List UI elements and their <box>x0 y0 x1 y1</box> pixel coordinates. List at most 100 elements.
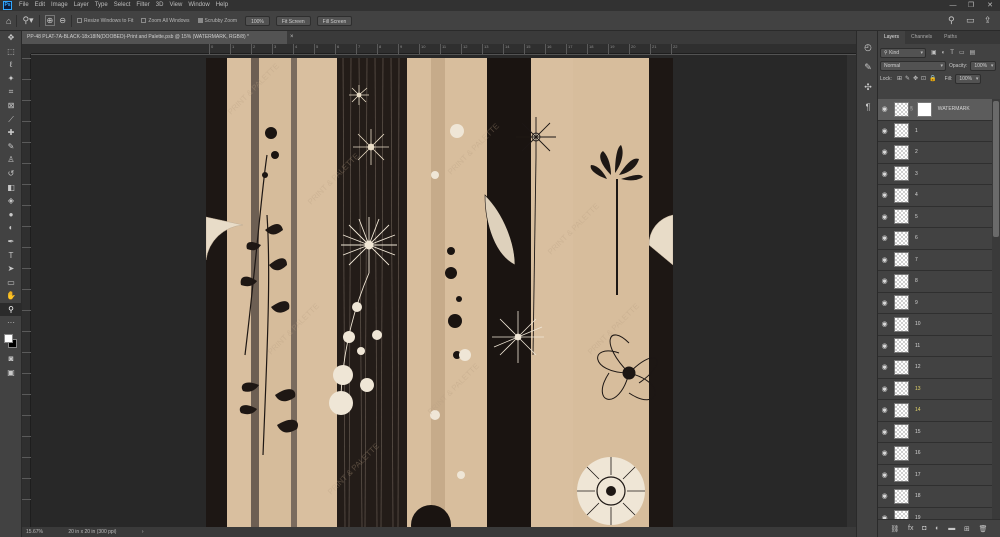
eye-icon[interactable]: ◉ <box>878 213 891 221</box>
layer-row[interactable]: ◉ 18 <box>878 486 992 508</box>
marquee-tool-icon[interactable]: ⬚ <box>0 45 22 59</box>
restore-button[interactable]: ❐ <box>962 0 980 11</box>
layer-thumbnail[interactable] <box>894 144 909 160</box>
checkbox-box[interactable] <box>141 18 147 23</box>
layer-row[interactable]: ◉ 14 <box>878 400 992 422</box>
layer-thumbnail[interactable] <box>894 467 909 483</box>
more-tools-icon[interactable]: ··· <box>0 316 22 330</box>
layer-thumbnail[interactable] <box>894 166 909 182</box>
lock-transparency-icon[interactable]: ⊞ <box>897 75 902 82</box>
type-tool-icon[interactable]: T <box>0 249 22 263</box>
tab-channels[interactable]: Channels <box>905 31 938 44</box>
vertical-scrollbar[interactable] <box>847 55 856 527</box>
adjustments-panel-icon[interactable]: ✣ <box>857 77 879 97</box>
menu-file[interactable]: File <box>16 0 32 11</box>
layer-thumbnail[interactable] <box>894 424 909 440</box>
layer-name[interactable]: 9 <box>915 300 918 306</box>
layer-name[interactable]: 11 <box>915 343 920 349</box>
layer-name[interactable]: 8 <box>915 278 918 284</box>
menu-edit[interactable]: Edit <box>32 0 48 11</box>
filter-shape-icon[interactable]: ▭ <box>959 49 965 56</box>
color-swatches[interactable] <box>0 330 22 352</box>
layer-name[interactable]: 14 <box>915 407 921 413</box>
layer-name[interactable]: 4 <box>915 192 918 198</box>
layer-thumbnail[interactable] <box>894 359 909 375</box>
layer-row[interactable]: ◉ 10 <box>878 314 992 336</box>
filter-kind-select[interactable]: ⚲ Kind <box>880 47 926 58</box>
layer-row[interactable]: ◉ 16 <box>878 443 992 465</box>
lock-artboard-icon[interactable]: ⊡ <box>921 75 926 82</box>
link-layers-icon[interactable]: ⛓ <box>890 525 899 533</box>
history-panel-icon[interactable]: ◴ <box>857 37 879 57</box>
zoom-100-button[interactable]: 100% <box>245 15 270 26</box>
move-tool-icon[interactable]: ✥ <box>0 31 22 45</box>
layer-name[interactable]: 15 <box>915 429 921 435</box>
canvas-workspace[interactable]: PRINT & PALETTE PRINT & PALETTE PRINT & … <box>31 55 847 527</box>
quick-mask-icon[interactable]: ◙ <box>0 352 22 366</box>
pen-tool-icon[interactable]: ✒ <box>0 235 22 249</box>
vertical-ruler[interactable] <box>22 54 31 527</box>
workspace-icon[interactable]: ▭ <box>966 15 975 26</box>
eye-icon[interactable]: ◉ <box>878 406 891 414</box>
eye-icon[interactable]: ◉ <box>878 277 891 285</box>
eye-icon[interactable]: ◉ <box>878 471 891 479</box>
layer-row[interactable]: ◉ 1 <box>878 121 992 142</box>
menu-3d[interactable]: 3D <box>153 0 167 11</box>
eye-icon[interactable]: ◉ <box>878 234 891 242</box>
close-window-button[interactable]: ✕ <box>981 0 999 11</box>
chain-link-icon[interactable]: § <box>910 106 913 112</box>
menu-image[interactable]: Image <box>48 0 71 11</box>
filter-pixel-icon[interactable]: ▣ <box>931 49 937 56</box>
layer-name[interactable]: 6 <box>915 235 918 241</box>
eraser-tool-icon[interactable]: ◧ <box>0 181 22 195</box>
tab-layers[interactable]: Layers <box>878 31 906 44</box>
filter-smart-icon[interactable]: ▤ <box>970 49 976 56</box>
layer-name[interactable]: 12 <box>915 364 921 370</box>
filter-type-icon[interactable]: T <box>950 50 954 56</box>
zoom-level[interactable]: 15.67% <box>26 529 43 535</box>
layers-scrollbar[interactable] <box>992 99 1000 537</box>
menu-type[interactable]: Type <box>92 0 111 11</box>
layer-name[interactable]: 1 <box>915 128 918 134</box>
close-tab-icon[interactable]: × <box>290 31 294 44</box>
layer-row[interactable]: ◉ 6 <box>878 228 992 250</box>
layer-row[interactable]: ◉ 4 <box>878 185 992 207</box>
brushes-panel-icon[interactable]: ✎ <box>857 57 879 77</box>
eye-icon[interactable]: ◉ <box>878 363 891 371</box>
eye-icon[interactable]: ◉ <box>878 105 891 113</box>
layer-name[interactable]: 2 <box>915 149 918 155</box>
layer-style-icon[interactable]: fx <box>908 525 913 532</box>
layer-name[interactable]: 3 <box>915 171 918 177</box>
new-group-icon[interactable]: ▬ <box>948 525 955 532</box>
scrubby-zoom-checkbox[interactable]: Scrubby Zoom <box>197 18 237 24</box>
layer-row[interactable]: ◉ 7 <box>878 250 992 271</box>
eye-icon[interactable]: ◉ <box>878 191 891 199</box>
eye-icon[interactable]: ◉ <box>878 170 891 178</box>
layer-thumbnail[interactable] <box>894 295 909 311</box>
layer-thumbnail[interactable] <box>894 101 909 117</box>
fill-screen-button[interactable]: Fill Screen <box>316 15 353 26</box>
paragraph-panel-icon[interactable]: ¶ <box>857 97 879 117</box>
layer-mask-thumbnail[interactable] <box>916 101 932 117</box>
horizontal-ruler[interactable]: 0 1 2 3 4 5 6 7 8 9 10 11 12 13 14 15 16… <box>31 44 856 54</box>
blur-tool-icon[interactable]: ● <box>0 208 22 222</box>
lock-pixels-icon[interactable]: ✎ <box>905 75 910 82</box>
eye-icon[interactable]: ◉ <box>878 299 891 307</box>
layer-name[interactable]: 16 <box>915 450 921 456</box>
layer-row[interactable]: ◉ 11 <box>878 336 992 357</box>
path-selection-tool-icon[interactable]: ➤ <box>0 262 22 276</box>
layer-thumbnail[interactable] <box>894 230 909 246</box>
hand-tool-icon[interactable]: ✋ <box>0 289 22 303</box>
filter-adjustment-icon[interactable]: ◐ <box>942 50 946 56</box>
brush-tool-icon[interactable]: ✎ <box>0 140 22 154</box>
lasso-tool-icon[interactable]: ℓ <box>0 58 22 72</box>
layer-row[interactable]: ◉ 13 <box>878 379 992 400</box>
eye-icon[interactable]: ◉ <box>878 449 891 457</box>
zoom-tool-preset-icon[interactable]: ⚲▾ <box>22 15 33 26</box>
eye-icon[interactable]: ◉ <box>878 127 891 135</box>
zoom-tool-icon[interactable]: ⚲ <box>0 302 22 317</box>
checkbox-box[interactable] <box>197 18 203 23</box>
share-icon[interactable]: ⇪ <box>984 15 992 26</box>
foreground-color-swatch[interactable] <box>4 334 13 344</box>
frame-tool-icon[interactable]: ⊠ <box>0 99 22 113</box>
